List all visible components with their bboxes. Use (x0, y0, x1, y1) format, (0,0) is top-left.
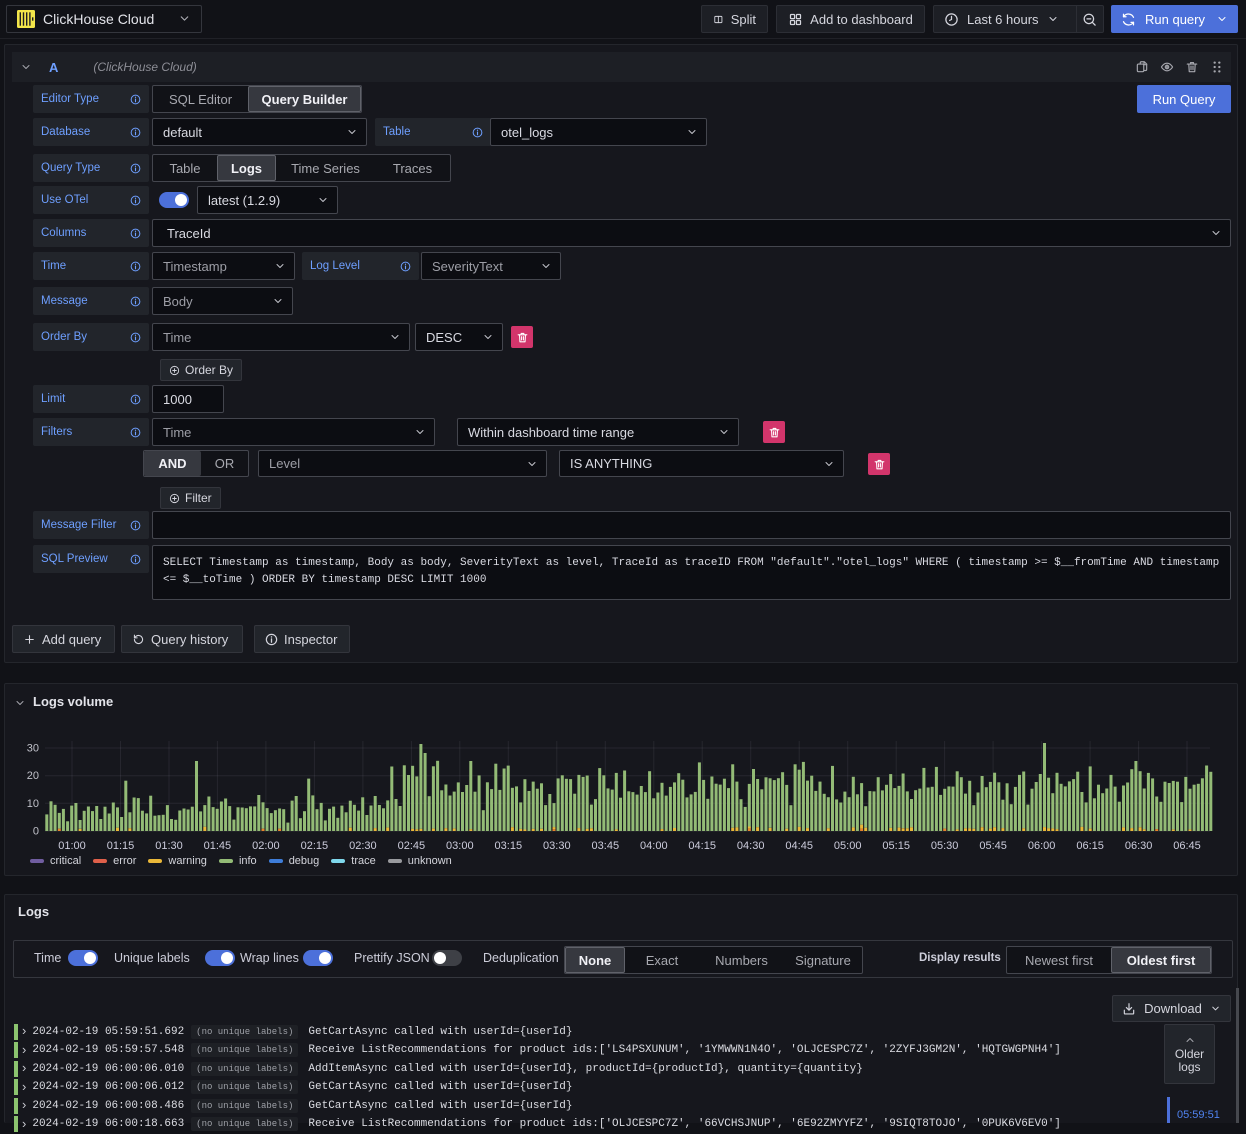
svg-text:20: 20 (27, 770, 39, 782)
svg-text:04:30: 04:30 (737, 840, 765, 852)
svg-text:05:15: 05:15 (882, 840, 910, 852)
svg-text:03:45: 03:45 (592, 840, 620, 852)
svg-text:04:45: 04:45 (785, 840, 813, 852)
svg-text:03:15: 03:15 (495, 840, 523, 852)
svg-text:06:30: 06:30 (1125, 840, 1153, 852)
svg-text:01:15: 01:15 (107, 840, 135, 852)
svg-text:30: 30 (27, 743, 39, 755)
svg-text:01:00: 01:00 (58, 840, 86, 852)
svg-text:03:30: 03:30 (543, 840, 571, 852)
svg-text:04:15: 04:15 (688, 840, 716, 852)
svg-text:02:30: 02:30 (349, 840, 377, 852)
svg-text:0: 0 (33, 826, 39, 838)
svg-text:05:00: 05:00 (834, 840, 862, 852)
svg-text:06:15: 06:15 (1076, 840, 1104, 852)
svg-text:05:30: 05:30 (931, 840, 959, 852)
svg-text:04:00: 04:00 (640, 840, 668, 852)
svg-text:06:00: 06:00 (1028, 840, 1056, 852)
svg-text:01:45: 01:45 (204, 840, 232, 852)
svg-text:10: 10 (27, 798, 39, 810)
svg-text:02:45: 02:45 (398, 840, 426, 852)
svg-text:05:45: 05:45 (979, 840, 1007, 852)
svg-text:02:15: 02:15 (301, 840, 329, 852)
svg-text:03:00: 03:00 (446, 840, 474, 852)
svg-text:06:45: 06:45 (1173, 840, 1201, 852)
svg-text:02:00: 02:00 (252, 840, 280, 852)
svg-text:01:30: 01:30 (155, 840, 183, 852)
